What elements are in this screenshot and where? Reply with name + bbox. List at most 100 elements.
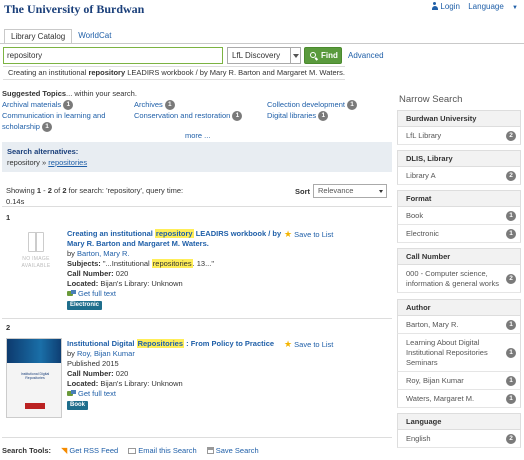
call-number-value: 020 [113,369,129,378]
facet-call-number[interactable]: Call Number [397,248,521,265]
language-menu[interactable]: Language ▼ [468,2,518,11]
sort-select[interactable]: Relevance [313,184,387,198]
find-button[interactable]: Find [304,47,342,64]
save-to-list-label[interactable]: Save to List [294,340,333,349]
record-banner: Creating an institutional repository LEA… [3,66,345,80]
facet-burdwan-university[interactable]: Burdwan University [397,110,521,127]
topic-item[interactable]: Conservation and restoration 1 [134,110,243,122]
record-banner-suffix: LEADIRS workbook / by Mary R. Barton and… [125,68,345,77]
facet-item-label: Book [406,211,424,220]
facet-item[interactable]: LfL Library 2 [397,127,521,145]
save-to-list-button[interactable]: ★ Save to List [284,229,333,240]
alternative-from: repository [7,158,40,167]
count-badge: 2 [506,273,516,284]
alternative-link[interactable]: repositories [48,158,87,167]
count-badge: 2 [506,170,516,181]
facet-language[interactable]: Language [397,413,521,430]
search-bar: LfL Discovery Find Advanced [0,43,524,64]
facet-item[interactable]: English 2 [397,430,521,448]
count-badge: 1 [347,100,358,111]
summary-of: of [51,186,63,195]
save-search-link[interactable]: Save Search [206,446,259,455]
chevron-down-icon: ▼ [512,5,518,11]
title-highlight: Repositories [136,339,185,348]
scope-select[interactable]: LfL Discovery [227,47,301,64]
facet-author[interactable]: Author [397,299,521,316]
full-text-label[interactable]: Get full text [78,389,116,398]
topic-item[interactable]: Digital libraries 1 [267,110,357,122]
book-icon [28,231,44,252]
author-link[interactable]: Roy, Bijan Kumar [77,349,135,358]
topic-link[interactable]: scholarship [2,122,40,131]
topic-item[interactable]: scholarship 1 [2,121,105,133]
save-to-list-button[interactable]: ★ Save to List [284,339,333,350]
result-summary: Showing 1 - 2 of 2 for search: 'reposito… [6,185,201,207]
count-badge: 1 [506,228,516,239]
topic-link[interactable]: Archival materials [2,100,61,109]
count-badge: 1 [42,122,53,133]
summary-prefix: Showing [6,186,37,195]
topic-link[interactable]: Collection development [267,100,345,109]
count-badge: 2 [506,433,516,444]
topic-link[interactable]: Communication in learning and [2,111,105,120]
full-text-link[interactable]: Get full text [67,389,292,399]
topic-column: Archives 1 Conservation and restoration … [134,99,243,122]
title-suffix: : From Policy to Practice [184,339,275,348]
facet-item-label: Library A [406,171,436,180]
book-cover-image[interactable]: Institutional Digital Repositories [6,338,62,418]
count-badge: 1 [506,347,516,358]
facet-format[interactable]: Format [397,190,521,207]
full-text-label[interactable]: Get full text [78,289,116,298]
full-text-link[interactable]: Get full text [67,289,292,299]
result-title[interactable]: Creating an institutional repository LEA… [67,229,281,248]
topic-item[interactable]: Collection development 1 [267,99,358,111]
title-prefix: Institutional Digital [67,339,137,348]
scope-select-value: LfL Discovery [232,51,281,60]
tab-worldcat[interactable]: WorldCat [72,29,117,44]
facet-item-label: Electronic [406,229,439,238]
facet-item[interactable]: Waters, Margaret M. 1 [397,390,521,408]
topic-link[interactable]: Archives [134,100,163,109]
subjects-highlight: repositories [151,259,193,268]
email-search-link[interactable]: Email this Search [128,446,197,455]
topic-item[interactable]: Communication in learning and [2,110,105,121]
tab-library-catalog[interactable]: Library Catalog [4,29,73,44]
facet-item[interactable]: Electronic 1 [397,225,521,243]
save-to-list-label[interactable]: Save to List [294,230,333,239]
facet-item[interactable]: Barton, Mary R. 1 [397,316,521,334]
login-link[interactable]: Login [425,2,460,11]
facet-item-label: Roy, Bijan Kumar [406,376,464,385]
more-topics-link[interactable]: more ... [185,131,210,140]
facet-item[interactable]: Learning About Digital Institutional Rep… [397,334,521,372]
search-alternatives-heading: Search alternatives [7,147,76,156]
suggested-topics-suffix: ... within your search. [66,89,137,98]
search-input[interactable] [3,47,223,64]
advanced-search-link[interactable]: Advanced [348,51,384,60]
rss-feed-link[interactable]: ◥ Get RSS Feed [61,446,118,455]
author-link[interactable]: Barton, Mary R. [77,249,130,258]
topic-link[interactable]: Digital libraries [267,111,316,120]
facet-item[interactable]: Roy, Bijan Kumar 1 [397,372,521,390]
count-badge: 1 [164,100,175,111]
login-label[interactable]: Login [440,2,460,11]
facet-item[interactable]: Book 1 [397,207,521,225]
save-icon [206,447,214,454]
facet-item[interactable]: Library A 2 [397,167,521,185]
count-badge: 1 [506,319,516,330]
email-search-label[interactable]: Email this Search [138,446,196,455]
published-text: Published 2015 [67,359,119,368]
facet-item[interactable]: 000 - Computer science, information & ge… [397,265,521,293]
facet-dlis-library[interactable]: DLIS, Library [397,150,521,167]
brand-logo[interactable]: The University of Burdwan [4,2,144,17]
facet-item-label: 000 - Computer science, information & ge… [406,269,499,288]
save-search-label[interactable]: Save Search [216,446,259,455]
topic-item[interactable]: Archives 1 [134,99,242,111]
language-label[interactable]: Language [468,2,504,11]
topic-link[interactable]: Conservation and restoration [134,111,230,120]
publisher-logo [25,403,45,409]
result-number: 1 [6,213,11,222]
sort-label: Sort [295,187,310,196]
result-title[interactable]: Institutional Digital Repositories : Fro… [67,339,274,348]
topic-item[interactable]: Archival materials 1 [2,99,105,111]
rss-feed-label[interactable]: Get RSS Feed [69,446,118,455]
